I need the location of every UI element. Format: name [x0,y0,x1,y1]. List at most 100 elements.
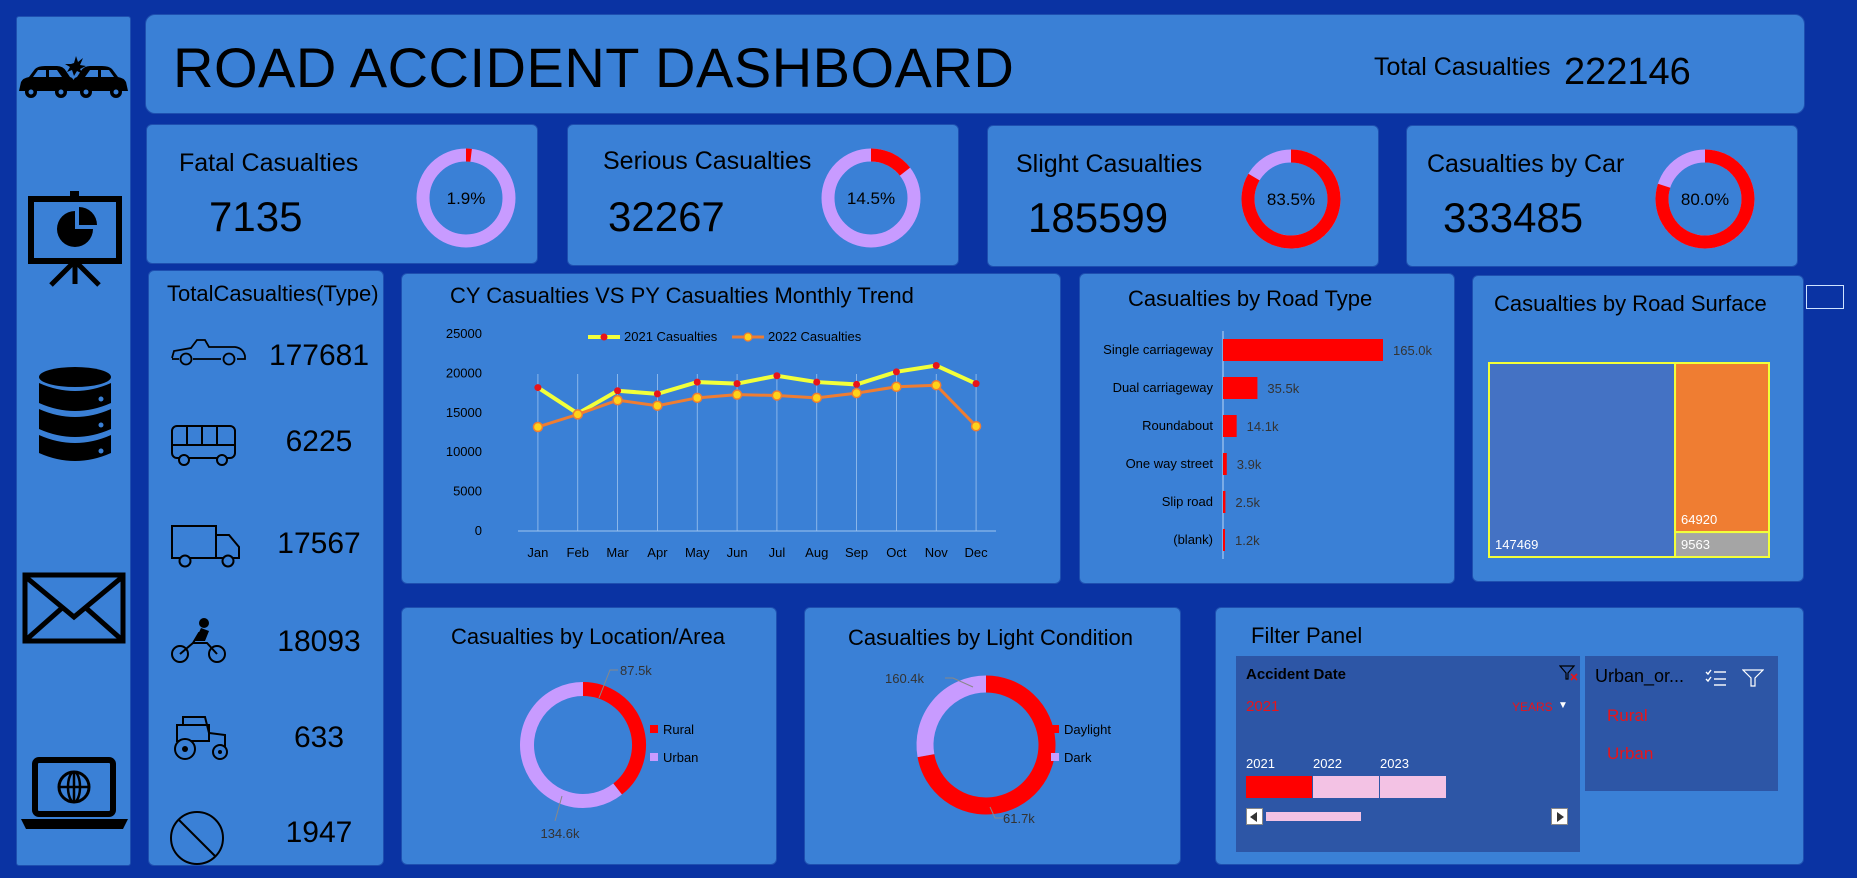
legend-label: Rural [663,722,694,737]
kpi-card-car: Casualties by Car 333485 80.0% [1406,125,1798,267]
presentation-chart-icon[interactable] [17,189,132,289]
bar-data-label: 3.9k [1237,457,1262,472]
car-crash-icon[interactable] [17,49,132,109]
chevron-right-icon [1557,812,1564,822]
legend-swatch [650,725,658,733]
treemap-label: 64920 [1681,512,1717,527]
period-selector[interactable]: YEARS [1512,700,1553,714]
donut-segment [582,682,646,795]
x-tick-label: Feb [567,545,589,560]
bar [1223,491,1226,513]
data-point [813,378,821,386]
legend-swatch [650,753,658,761]
timeline-bar-2021[interactable] [1246,776,1312,798]
slicer-item-urban[interactable]: Urban [1607,744,1653,764]
timeline-bar-2022[interactable] [1313,776,1379,798]
treemap-label: 147469 [1495,537,1538,552]
type-value: 17567 [277,527,361,560]
kpi-donut: 80.0% [1655,149,1755,249]
kpi-card-serious: Serious Casualties 32267 14.5% [567,124,959,266]
bar-data-label: 1.2k [1235,533,1260,548]
panel-title: TotalCasualties(Type) [167,281,379,306]
y-tick-label: 20000 [446,365,482,380]
donut-segment [916,675,987,758]
mail-icon[interactable] [17,569,132,649]
scroll-left-button[interactable] [1246,808,1263,825]
location-panel: Casualties by Location/Area Rural Urban 87… [401,607,777,865]
timeline-year-label: 2023 [1380,756,1409,771]
x-tick-label: Dec [965,545,989,560]
type-value: 1947 [285,816,353,849]
kpi-label: Fatal Casualties [179,149,359,177]
database-icon[interactable] [17,365,132,465]
clear-filter-icon[interactable] [1559,664,1579,682]
bar-data-label: 165.0k [1393,343,1433,358]
multi-select-icon[interactable] [1705,668,1727,688]
legend-label: Daylight [1064,722,1111,737]
selected-year: 2021 [1246,698,1280,715]
accident-date-timeline[interactable]: Accident Date 2021 YEARS ▼ 2021 2022 202… [1236,656,1580,852]
donut-percent-label: 80.0% [1681,190,1729,209]
road-surface-treemap: 147469 64920 9563 [1488,362,1770,559]
page-title: ROAD ACCIDENT DASHBOARD [173,36,1015,99]
treemap-label: 9563 [1681,537,1710,552]
kpi-value: 32267 [608,193,725,240]
timeline-year-label: 2021 [1246,756,1275,771]
data-label: 61.7k [1003,811,1035,826]
bar-category-label: Roundabout [1142,418,1213,433]
slicer-item-rural[interactable]: Rural [1607,706,1648,726]
filter-icon[interactable] [1742,668,1764,688]
urban-or-rural-slicer[interactable]: Urban_or... Rural Urban [1585,656,1778,791]
bar-category-label: (blank) [1173,532,1213,547]
donut-segment [520,682,622,808]
truck-icon [171,525,240,568]
y-tick-label: 25000 [446,326,482,341]
legend-label: Urban [663,750,698,765]
scroll-thumb[interactable] [1266,812,1361,821]
timeline-scrollbar[interactable] [1246,808,1568,826]
data-point [532,421,544,433]
type-value: 18093 [277,625,361,658]
donut-percent-label: 1.9% [447,189,486,208]
casualties-by-type-panel: TotalCasualties(Type) 177681 6225 17567 … [148,270,384,866]
treemap-cell [1674,362,1770,534]
scroll-right-button[interactable] [1551,808,1568,825]
x-tick-label: Jul [769,545,786,560]
data-label: 134.6k [540,826,580,841]
x-tick-label: Jan [527,545,548,560]
total-casualties-label: Total Casualties [1374,53,1551,81]
bar-data-label: 14.1k [1247,419,1279,434]
timeline-bar-2023[interactable] [1380,776,1446,798]
filter-panel-title: Filter Panel [1251,623,1363,648]
selection-handle[interactable] [1806,285,1844,309]
x-tick-label: Oct [886,545,907,560]
bar-category-label: One way street [1126,456,1214,471]
timeline-year-label: 2022 [1313,756,1342,771]
legend-label: 2021 Casualties [624,329,718,344]
bar [1223,415,1237,437]
road-type-panel: Casualties by Road Type Single carriagew… [1079,273,1455,584]
donut-segment [870,148,911,176]
road-surface-panel: Casualties by Road Surface 147469 64920 95… [1472,275,1804,582]
light-condition-donut-chart: Daylight Dark 160.4k 61.7k [885,671,1111,826]
bar-data-label: 2.5k [1235,495,1260,510]
bar [1223,529,1225,551]
y-tick-label: 5000 [453,484,482,499]
data-point [614,387,622,395]
bar-data-label: 35.5k [1267,381,1299,396]
monthly-trend-chart: Jan Feb Mar Apr May Jun Jul Aug Sep Oct Nov Dec 0 500… [446,326,996,560]
chevron-down-icon[interactable]: ▼ [1558,700,1568,711]
legend-swatch [1051,753,1059,761]
x-tick-label: Mar [606,545,629,560]
legend-swatch [1051,725,1059,733]
data-point [771,390,783,401]
donut-percent-label: 83.5% [1267,190,1315,209]
sidebar [16,16,131,866]
data-point [692,392,703,404]
kpi-card-fatal: Fatal Casualties 7135 1.9% [146,124,538,264]
no-entry-icon [170,811,224,865]
x-tick-label: May [685,545,710,560]
laptop-globe-icon[interactable] [17,755,132,845]
bus-icon [171,425,236,466]
legend-marker [743,332,753,342]
